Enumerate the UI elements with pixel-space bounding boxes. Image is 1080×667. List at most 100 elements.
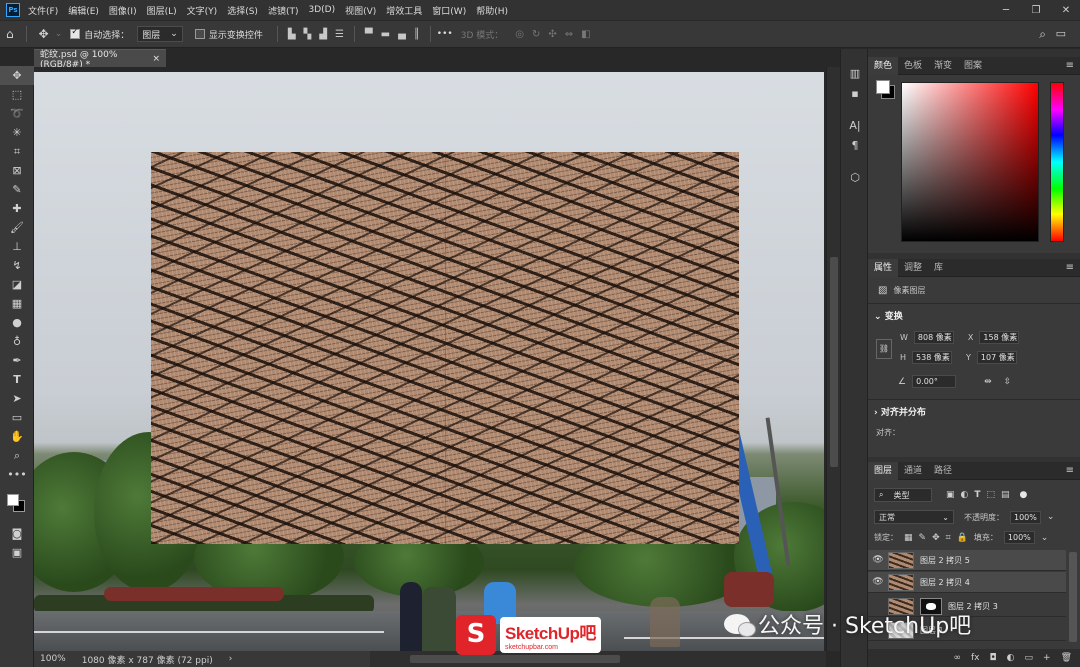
filter-smart-object-icon[interactable]: ▤ xyxy=(1001,490,1010,500)
tab-color[interactable]: 颜色 xyxy=(868,56,899,75)
move-tool-icon[interactable]: ✥ xyxy=(39,27,49,41)
align-top-icon[interactable]: ▀ xyxy=(365,29,373,40)
zoom-level[interactable]: 100% xyxy=(40,654,66,664)
filter-toggle-icon[interactable]: ● xyxy=(1020,490,1028,500)
gradient-tool-icon[interactable]: ▦ xyxy=(0,294,34,313)
menu-image[interactable]: 图像(I) xyxy=(109,4,137,17)
menu-type[interactable]: 文字(Y) xyxy=(187,4,218,17)
clone-stamp-tool-icon[interactable]: ⊥ xyxy=(0,237,34,256)
menu-help[interactable]: 帮助(H) xyxy=(476,4,508,17)
panel-menu-icon[interactable]: ≡ xyxy=(1066,465,1074,476)
flip-vertical-icon[interactable]: ⇳ xyxy=(1004,377,1012,387)
close-tab-icon[interactable]: × xyxy=(152,54,160,64)
link-dimensions-icon[interactable]: ⛓ xyxy=(876,339,892,359)
distribute-icon[interactable]: ☰ xyxy=(335,29,344,40)
edit-toolbar-icon[interactable]: ••• xyxy=(0,465,34,484)
chevron-down-icon[interactable]: ⌄ xyxy=(1041,533,1049,543)
y-field[interactable]: 107 像素 xyxy=(976,351,1017,364)
filter-shape-icon[interactable]: ⬚ xyxy=(987,490,996,500)
lasso-tool-icon[interactable]: ➰ xyxy=(0,104,34,123)
show-transform-checkbox[interactable] xyxy=(194,29,205,39)
foreground-color-swatch[interactable] xyxy=(876,80,890,94)
layer-filter-dropdown[interactable]: ⌕ 类型 xyxy=(874,488,932,502)
tab-adjustments[interactable]: 调整 xyxy=(898,259,928,277)
vertical-scroll-thumb[interactable] xyxy=(830,257,838,467)
restore-button[interactable]: ❐ xyxy=(1028,5,1044,16)
lock-position-icon[interactable]: ✥ xyxy=(932,533,940,543)
layer-row[interactable]: 👁 图层 2 拷贝 5 xyxy=(868,550,1066,571)
align-section-title[interactable]: › 对齐并分布 xyxy=(874,405,926,418)
more-options-button[interactable]: ••• xyxy=(437,29,453,39)
visibility-eye-icon[interactable]: 👁 xyxy=(868,555,888,565)
eraser-tool-icon[interactable]: ◪ xyxy=(0,275,34,294)
menu-plugins[interactable]: 增效工具 xyxy=(386,4,422,17)
lock-all-icon[interactable]: 🔒 xyxy=(957,533,968,543)
roll-3d-icon[interactable]: ↻ xyxy=(532,29,540,40)
filter-pixel-icon[interactable]: ▣ xyxy=(946,490,955,500)
align-middle-v-icon[interactable]: ▬ xyxy=(381,29,390,40)
new-group-icon[interactable]: ▭ xyxy=(1025,653,1034,663)
tab-swatches[interactable]: 色板 xyxy=(898,57,928,75)
auto-select-dropdown[interactable]: 图层 ⌄ xyxy=(137,26,183,42)
healing-brush-tool-icon[interactable]: ✚ xyxy=(0,199,34,218)
menu-3d[interactable]: 3D(D) xyxy=(308,5,335,15)
path-selection-tool-icon[interactable]: ➤ xyxy=(0,389,34,408)
menu-window[interactable]: 窗口(W) xyxy=(432,4,466,17)
layer-name[interactable]: 图层 2 拷贝 4 xyxy=(920,577,970,588)
angle-field[interactable]: 0.00° xyxy=(912,375,957,388)
filter-type-icon[interactable]: T xyxy=(974,490,980,500)
brush-tool-icon[interactable]: 🖌 xyxy=(0,218,34,237)
magic-wand-tool-icon[interactable]: ✳ xyxy=(0,123,34,142)
close-button[interactable]: ✕ xyxy=(1058,5,1074,16)
screen-mode-icon[interactable]: ▣ xyxy=(0,543,34,562)
menu-file[interactable]: 文件(F) xyxy=(28,4,58,17)
adjustment-layer-icon[interactable]: ◐ xyxy=(1007,653,1015,663)
minimize-button[interactable]: ─ xyxy=(998,5,1014,16)
color-swatches[interactable] xyxy=(0,484,34,524)
lock-artboard-icon[interactable]: ⌗ xyxy=(946,533,951,543)
link-layers-icon[interactable]: ∞ xyxy=(954,653,962,663)
type-tool-icon[interactable]: T xyxy=(0,370,34,389)
snakeskin-texture-layer[interactable] xyxy=(151,152,739,544)
canvas-area[interactable] xyxy=(34,67,826,651)
home-icon[interactable]: ⌂ xyxy=(6,27,14,41)
align-bottom-icon[interactable]: ▄ xyxy=(398,29,406,40)
chevron-down-icon[interactable]: ⌄ xyxy=(55,29,63,39)
eyedropper-tool-icon[interactable]: ✎ xyxy=(0,180,34,199)
layer-row[interactable]: 👁 图层 2 拷贝 4 xyxy=(868,572,1066,593)
frame-tool-icon[interactable]: ⊠ xyxy=(0,161,34,180)
menu-filter[interactable]: 滤镜(T) xyxy=(268,4,299,17)
pen-tool-icon[interactable]: ✒ xyxy=(0,351,34,370)
tab-layers[interactable]: 图层 xyxy=(868,461,899,480)
blur-tool-icon[interactable]: ● xyxy=(0,313,34,332)
tab-properties[interactable]: 属性 xyxy=(868,258,899,277)
height-field[interactable]: 538 像素 xyxy=(912,351,953,364)
filter-adjustment-icon[interactable]: ◐ xyxy=(961,490,969,500)
menu-layer[interactable]: 图层(L) xyxy=(147,4,177,17)
delete-layer-icon[interactable]: 🗑 xyxy=(1061,653,1072,663)
visibility-eye-icon[interactable]: 👁 xyxy=(868,577,888,587)
layers-scroll-thumb[interactable] xyxy=(1069,552,1077,642)
layer-style-icon[interactable]: fx xyxy=(971,653,980,663)
add-mask-icon[interactable]: ◘ xyxy=(990,653,997,663)
pan-3d-icon[interactable]: ✣ xyxy=(548,29,556,40)
character-panel-icon[interactable]: A| xyxy=(841,115,869,135)
transform-section-title[interactable]: ⌄ 变换 xyxy=(874,309,903,322)
quick-mask-icon[interactable]: ◙ xyxy=(0,524,34,543)
tab-paths[interactable]: 路径 xyxy=(928,462,958,480)
flip-horizontal-icon[interactable]: ⇹ xyxy=(984,377,992,387)
fill-field[interactable]: 100% xyxy=(1003,531,1035,544)
menu-view[interactable]: 视图(V) xyxy=(345,4,376,17)
align-left-icon[interactable]: ▙ xyxy=(288,29,296,40)
zoom-tool-icon[interactable]: ⌕ xyxy=(0,446,34,465)
new-layer-icon[interactable]: + xyxy=(1043,653,1051,663)
color-field[interactable] xyxy=(901,82,1039,242)
marquee-tool-icon[interactable]: ⬚ xyxy=(0,85,34,104)
chevron-down-icon[interactable]: ⌄ xyxy=(1047,512,1055,522)
layer-name[interactable]: 图层 2 拷贝 5 xyxy=(920,555,970,566)
opacity-field[interactable]: 100% xyxy=(1010,510,1041,524)
tab-patterns[interactable]: 图案 xyxy=(958,57,988,75)
search-icon[interactable]: ⌕ xyxy=(1039,27,1046,42)
vertical-scrollbar[interactable] xyxy=(826,67,840,651)
lock-transparent-icon[interactable]: ▦ xyxy=(904,533,913,543)
